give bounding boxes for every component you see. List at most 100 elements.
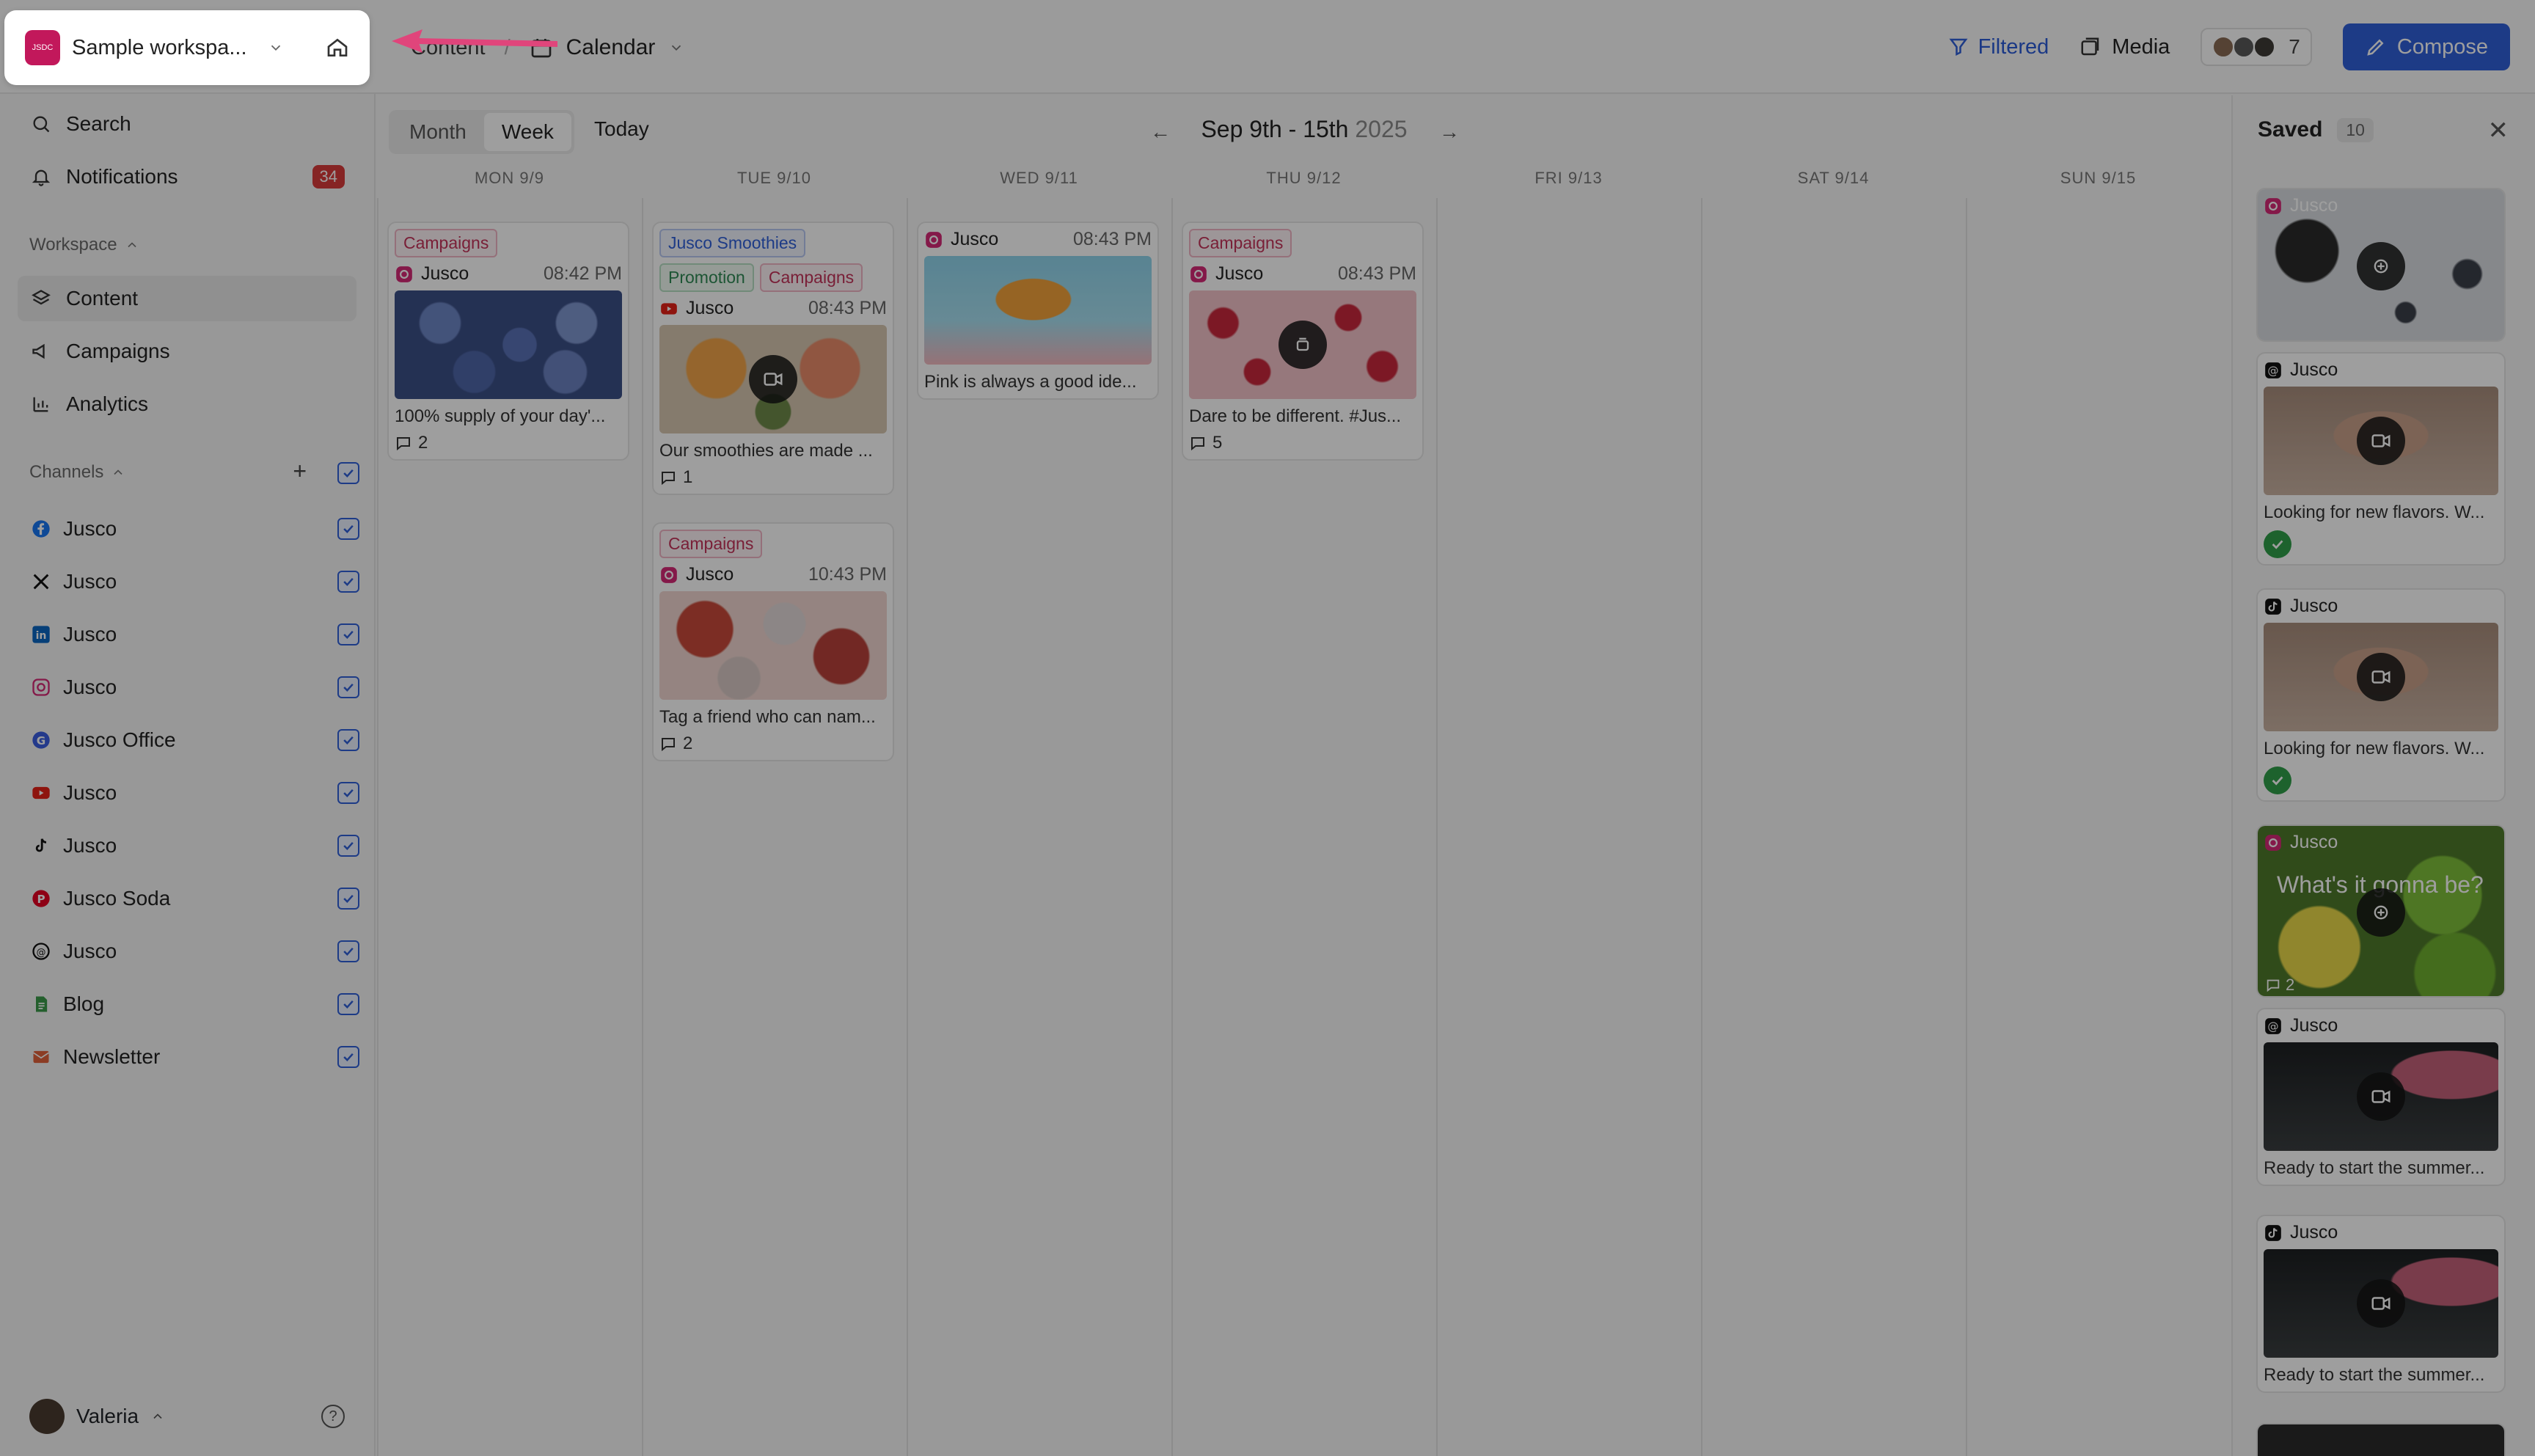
day-column[interactable] [1436,198,1701,1456]
post-card[interactable]: Campaigns Jusco 08:42 PM 100% supply of … [387,222,629,461]
day-header: SUN 9/15 [2060,169,2137,187]
post-thumbnail[interactable] [659,591,887,700]
day-header: SAT 9/14 [1797,169,1870,187]
workspace-section-header[interactable]: Workspace [29,235,139,255]
channel-checkbox[interactable] [337,835,359,857]
channel-checkbox[interactable] [337,782,359,804]
post-card[interactable]: Campaigns Jusco 08:43 PM Dare to be diff… [1182,222,1424,461]
channel-checkbox[interactable] [337,888,359,910]
post-thumbnail[interactable] [395,290,622,399]
channel-item[interactable]: Blog [18,981,359,1027]
top-bar: Content / Calendar Filtered Media 7 Comp… [0,0,2535,94]
channel-label: Jusco [63,623,117,645]
day-header: MON 9/9 [474,169,545,187]
next-week-icon[interactable]: → [1439,120,1460,144]
channel-item[interactable]: @ Jusco [18,929,359,974]
saved-thumbnail [2264,1249,2498,1358]
channel-checkbox[interactable] [337,993,359,1015]
user-menu[interactable]: Valeria [29,1399,165,1434]
campaign-tag[interactable]: Campaigns [1189,229,1292,257]
post-card[interactable]: Jusco Smoothies Promotion Campaigns Jusc… [652,222,894,495]
sidebar-item-campaigns[interactable]: Campaigns [18,329,356,374]
smoothies-tag[interactable]: Jusco Smoothies [659,229,806,257]
saved-caption: Looking for new flavors. W... [2264,739,2485,758]
chevron-up-icon [128,242,136,248]
channel-checkbox[interactable] [337,623,359,645]
filtered-button[interactable]: Filtered [1947,35,2049,59]
channel-item[interactable]: Jusco [18,770,359,816]
channel-item[interactable]: Jusco [18,559,359,604]
saved-item[interactable] [2256,1423,2506,1456]
channel-checkbox[interactable] [337,729,359,751]
instagram-icon [1189,265,1208,284]
chevron-up-icon [114,469,122,475]
post-thumbnail[interactable] [659,325,887,433]
saved-item[interactable]: Jusco Ready to start the summer... [2256,1215,2506,1393]
channels-section-header[interactable]: Channels [29,462,125,483]
instagram-icon [2264,197,2283,216]
sidebar-item-notifications[interactable]: Notifications 34 [18,154,356,200]
pointer-arrow-icon [392,29,557,53]
channel-label: Jusco [63,517,117,540]
close-icon[interactable]: ✕ [2488,116,2509,145]
channel-item[interactable]: Jusco [18,665,359,710]
post-card[interactable]: Jusco 08:43 PM Pink is always a good ide… [917,222,1159,400]
sidebar-item-analytics[interactable]: Analytics [18,381,356,427]
help-icon[interactable]: ? [321,1405,345,1428]
media-button[interactable]: Media [2079,35,2170,59]
channel-checkbox[interactable] [337,676,359,698]
campaign-tag[interactable]: Campaigns [759,263,863,292]
channel-label: Jusco Office [63,728,176,751]
channel-label: Jusco Soda [63,887,171,910]
promotion-tag[interactable]: Promotion [659,263,754,292]
workspace-switcher[interactable]: JSDC Sample workspa... [4,10,370,85]
channel-label: Blog [63,992,105,1015]
saved-item[interactable]: @ Jusco Looking for new flavors. W... [2256,352,2506,566]
saved-item[interactable]: Jusco Looking for new flavors. W... [2256,588,2506,802]
carousel-icon [2357,888,2405,937]
channel-item[interactable]: Newsletter [18,1034,359,1080]
sidebar-item-content[interactable]: Content [18,276,356,321]
comment-count-value: 1 [683,467,693,487]
member-avatar [2212,36,2235,58]
day-column[interactable] [1701,198,1966,1456]
channel-checkbox[interactable] [337,1046,359,1068]
section-label: Channels [29,462,104,482]
channel-item[interactable]: in Jusco [18,612,359,657]
add-channel-icon[interactable]: + [293,458,307,485]
campaign-tag[interactable]: Campaigns [659,530,763,558]
saved-item[interactable]: @ Jusco Ready to start the summer... [2256,1008,2506,1186]
day-column[interactable] [1966,198,2231,1456]
avatar [29,1399,65,1434]
google-icon: G [29,728,53,752]
channel-checkbox[interactable] [337,940,359,962]
campaign-tag[interactable]: Campaigns [395,229,498,257]
channel-item[interactable]: Jusco [18,506,359,552]
workspace-name: Sample workspa... [72,35,247,59]
megaphone-icon [29,340,53,363]
select-all-channels-checkbox[interactable] [337,462,359,484]
channel-item[interactable]: G Jusco Office [18,717,359,763]
post-account: Jusco [951,229,999,249]
post-account: Jusco [1215,263,1264,284]
sidebar-item-search[interactable]: Search [18,101,356,147]
channel-item[interactable]: Jusco [18,823,359,868]
channel-checkbox[interactable] [337,571,359,593]
sidebar-item-label: Campaigns [66,340,170,362]
youtube-icon [659,299,678,318]
post-thumbnail[interactable] [1189,290,1416,399]
post-card[interactable]: Campaigns Jusco 10:43 PM Tag a friend wh… [652,522,894,761]
youtube-icon [29,781,53,805]
post-thumbnail[interactable] [924,256,1152,365]
saved-item[interactable]: Jusco [2256,188,2506,342]
saved-item[interactable]: Jusco What's it gonna be? 2 [2256,824,2506,998]
home-icon[interactable] [326,36,349,59]
compose-button[interactable]: Compose [2342,23,2510,70]
saved-count: 10 [2337,117,2374,142]
saved-thumbnail: Jusco [2258,189,2504,340]
channel-checkbox[interactable] [337,518,359,540]
channel-item[interactable]: P Jusco Soda [18,876,359,921]
members-button[interactable]: 7 [2201,28,2312,66]
svg-text:@: @ [2267,364,2278,377]
saved-thumbnail [2264,387,2498,495]
